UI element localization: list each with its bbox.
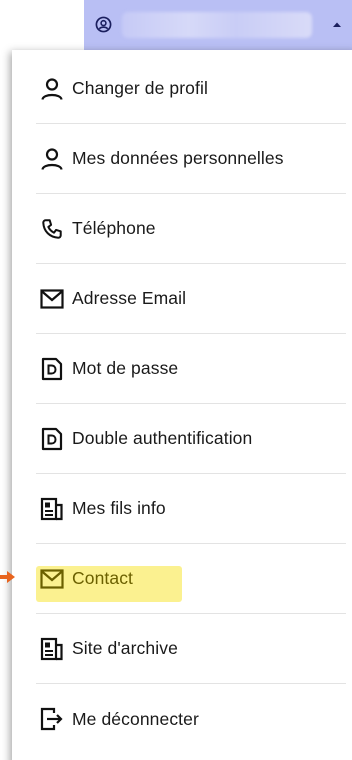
phone-icon	[40, 217, 64, 241]
menu-item-adresse-email[interactable]: Adresse Email	[36, 264, 346, 334]
menu-item-label: Mot de passe	[72, 358, 179, 378]
menu-item-label: Contact	[72, 568, 134, 588]
menu-item-label: Mes fils info	[72, 498, 166, 518]
menu-item-label: Mes données personnelles	[72, 148, 284, 168]
menu-item-mot-de-passe[interactable]: Mot de passe	[36, 334, 346, 404]
menu-item-double-authentification[interactable]: Double authentification	[36, 404, 346, 474]
account-name-redacted	[122, 12, 312, 38]
menu-item-label: Site d'archive	[72, 638, 178, 658]
menu-item-contact[interactable]: Contact	[36, 544, 346, 614]
document-lock-icon	[40, 357, 64, 381]
account-menu-toggle[interactable]	[84, 0, 352, 50]
logout-icon	[40, 707, 64, 731]
menu-item-mes-fils-info[interactable]: Mes fils info	[36, 474, 346, 544]
user-icon	[40, 147, 64, 171]
menu-item-label: Téléphone	[72, 218, 156, 238]
account-menu-list: Changer de profil Mes données personnell…	[36, 54, 346, 754]
account-menu-page: Changer de profil Mes données personnell…	[0, 0, 352, 760]
caret-up-icon	[333, 22, 341, 27]
menu-item-label: Adresse Email	[72, 288, 187, 308]
newspaper-icon	[40, 637, 64, 661]
menu-item-label: Me déconnecter	[72, 708, 199, 729]
newspaper-icon	[40, 497, 64, 521]
document-lock-icon	[40, 427, 64, 451]
envelope-icon	[40, 567, 64, 591]
envelope-icon	[40, 287, 64, 311]
menu-item-site-archive[interactable]: Site d'archive	[36, 614, 346, 684]
account-dropdown: Changer de profil Mes données personnell…	[12, 50, 352, 760]
user-icon	[40, 77, 64, 101]
user-circle-icon	[95, 16, 112, 33]
menu-item-changer-profil[interactable]: Changer de profil	[36, 54, 346, 124]
menu-item-donnees-personnelles[interactable]: Mes données personnelles	[36, 124, 346, 194]
menu-item-deconnecter[interactable]: Me déconnecter	[36, 684, 346, 754]
arrow-right-icon	[0, 571, 15, 583]
menu-item-label: Changer de profil	[72, 78, 208, 98]
menu-item-telephone[interactable]: Téléphone	[36, 194, 346, 264]
menu-item-label: Double authentification	[72, 428, 253, 448]
